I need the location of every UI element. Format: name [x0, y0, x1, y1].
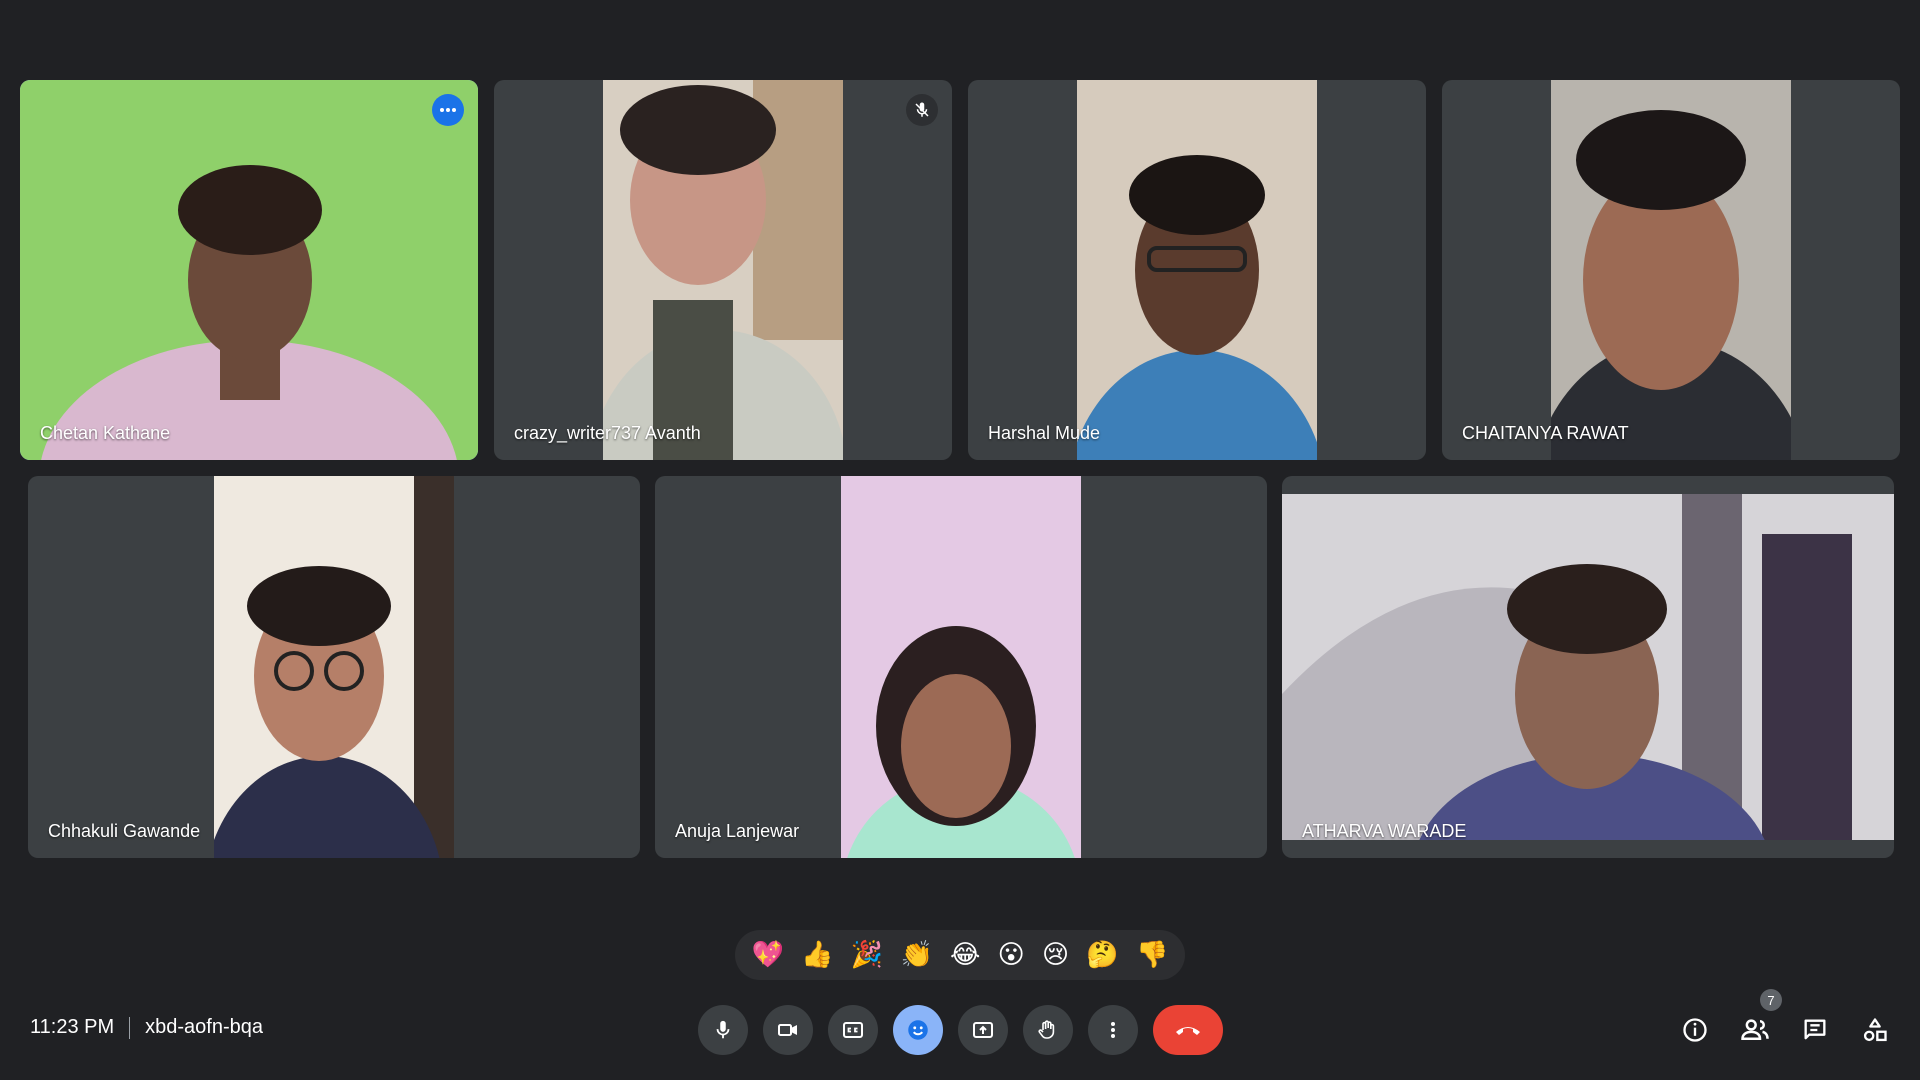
divider — [129, 1016, 131, 1039]
reaction-laugh[interactable]: 😂 — [950, 942, 980, 968]
muted-mic-icon — [915, 102, 929, 117]
participant-name: ATHARVA WARADE — [1302, 821, 1467, 841]
activities-button[interactable] — [1854, 1009, 1896, 1051]
participant-tile[interactable]: crazy_writer737 Avanth — [494, 80, 952, 460]
reaction-sad[interactable]: 😢 — [1042, 942, 1069, 968]
mic-icon — [716, 1020, 730, 1039]
meeting-info: 11:23 PM xbd-aofn-bqa — [30, 1016, 263, 1039]
reaction-thumbs-down[interactable]: 👎 — [1136, 942, 1168, 968]
info-icon — [1683, 1018, 1707, 1042]
people-count-badge: 7 — [1760, 989, 1782, 1011]
participant-video — [841, 476, 1081, 858]
mic-button[interactable] — [698, 1005, 748, 1055]
participant-name: Anuja Lanjewar — [675, 821, 800, 841]
participant-name: crazy_writer737 Avanth — [514, 423, 701, 443]
more-horiz-icon — [440, 108, 456, 112]
participant-video — [214, 476, 454, 858]
more-options-button[interactable] — [432, 94, 464, 126]
emoji-icon — [908, 1020, 928, 1040]
participant-tile[interactable]: ATHARVA WARADE — [1282, 476, 1894, 858]
reaction-clap[interactable]: 👏 — [900, 942, 932, 968]
more-options-button[interactable] — [1088, 1005, 1138, 1055]
meeting-code[interactable]: xbd-aofn-bqa — [145, 1016, 263, 1039]
participant-video — [1077, 80, 1317, 460]
participant-name: CHAITANYA RAWAT — [1462, 423, 1629, 443]
leave-call-button[interactable] — [1153, 1005, 1223, 1055]
reaction-thinking[interactable]: 🤔 — [1086, 942, 1118, 968]
participant-tile[interactable]: CHAITANYA RAWAT — [1442, 80, 1900, 460]
raise-hand-button[interactable] — [1023, 1005, 1073, 1055]
participant-name: Chetan Kathane — [40, 423, 171, 443]
participant-tile[interactable]: Chhakuli Gawande — [28, 476, 640, 858]
more-vert-icon — [1111, 1022, 1115, 1038]
present-icon — [973, 1022, 993, 1038]
reaction-thumbs-up[interactable]: 👍 — [801, 942, 833, 968]
people-button[interactable]: 7 — [1734, 989, 1782, 1051]
chat-icon — [1804, 1019, 1826, 1040]
camera-icon — [778, 1024, 797, 1036]
participant-video — [1282, 494, 1894, 840]
reactions-bar: 💖 👍 🎉 👏 😂 😮 😢 🤔 👎 — [735, 930, 1185, 980]
participant-name: Harshal Mude — [988, 423, 1101, 443]
activities-icon — [1863, 1018, 1887, 1042]
people-icon — [1741, 1019, 1769, 1040]
captions-button[interactable] — [828, 1005, 878, 1055]
participant-video — [20, 80, 478, 460]
raise-hand-icon — [1038, 1020, 1055, 1039]
hangup-icon — [1176, 1027, 1200, 1035]
muted-indicator — [906, 94, 938, 126]
reaction-heart[interactable]: 💖 — [752, 942, 784, 968]
participant-tile[interactable]: Anuja Lanjewar — [655, 476, 1267, 858]
participant-video — [603, 80, 843, 460]
participant-tile[interactable]: Chetan Kathane — [20, 80, 478, 460]
camera-button[interactable] — [763, 1005, 813, 1055]
participant-tile[interactable]: Harshal Mude — [968, 80, 1426, 460]
reaction-party[interactable]: 🎉 — [851, 942, 883, 968]
reaction-surprised[interactable]: 😮 — [998, 942, 1025, 968]
captions-icon — [843, 1022, 863, 1038]
reactions-button[interactable] — [893, 1005, 943, 1055]
clock: 11:23 PM — [30, 1016, 115, 1038]
participant-video — [1551, 80, 1791, 460]
participant-name: Chhakuli Gawande — [48, 821, 201, 841]
present-button[interactable] — [958, 1005, 1008, 1055]
meeting-details-button[interactable] — [1674, 1009, 1716, 1051]
chat-button[interactable] — [1794, 1009, 1836, 1051]
